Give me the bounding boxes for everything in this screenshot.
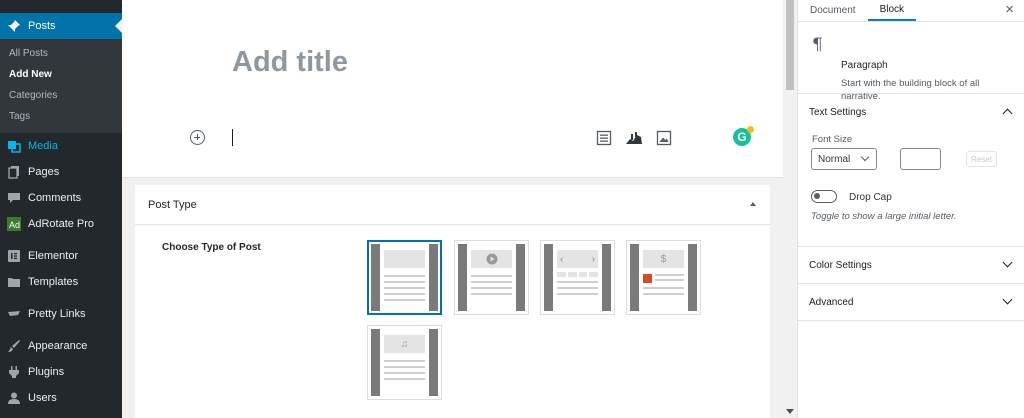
settings-sidebar: Document Block × ¶ Paragraph Start with … — [797, 0, 1024, 418]
text-settings-title: Text Settings — [809, 106, 867, 118]
scroll-down-arrow-icon[interactable] — [786, 409, 794, 414]
tab-document[interactable]: Document — [798, 0, 868, 21]
font-size-select[interactable]: Normal — [811, 148, 877, 170]
chevron-down-icon — [1002, 294, 1013, 305]
metabox-header[interactable]: Post Type — [135, 185, 770, 225]
menu-pretty-links[interactable]: Pretty Links — [0, 301, 122, 327]
menu-appearance[interactable]: Appearance — [0, 333, 122, 359]
post-type-review[interactable]: $ — [626, 240, 701, 315]
menu-posts[interactable]: Posts — [0, 13, 122, 39]
text-settings-header[interactable]: Text Settings — [798, 94, 1024, 130]
post-type-video[interactable] — [454, 240, 529, 315]
menu-media-label: Media — [28, 140, 58, 152]
close-icon[interactable]: × — [1005, 0, 1014, 19]
advanced-title: Advanced — [809, 296, 854, 308]
collapse-arrow-icon[interactable] — [750, 202, 756, 206]
chevron-up-icon — [1002, 108, 1013, 119]
menu-plugins[interactable]: Plugins — [0, 359, 122, 385]
grammarly-icon[interactable]: G — [733, 126, 754, 146]
custom-font-size-input[interactable] — [900, 148, 941, 170]
post-type-gallery[interactable]: ‹ › — [540, 240, 615, 315]
posts-submenu: All Posts Add New Categories Tags — [0, 39, 122, 133]
color-settings-header[interactable]: Color Settings — [798, 247, 1024, 283]
color-settings-title: Color Settings — [809, 259, 872, 271]
color-settings-panel: Color Settings — [798, 247, 1024, 284]
audio-layout-icon: ♫ — [371, 329, 438, 396]
pages-icon — [6, 164, 22, 180]
folder-icon — [6, 274, 22, 290]
text-settings-panel: Text Settings — [798, 94, 1024, 247]
paragraph-icon: ¶ — [812, 35, 823, 55]
choose-type-label: Choose Type of Post — [162, 242, 261, 253]
paintbrush-icon — [6, 338, 22, 354]
menu-users[interactable]: Users — [0, 385, 122, 411]
advanced-header[interactable]: Advanced — [798, 284, 1024, 320]
submenu-tags[interactable]: Tags — [0, 106, 122, 127]
post-type-audio[interactable]: ♫ — [367, 325, 442, 400]
media-icon — [6, 138, 22, 154]
chart-icon[interactable] — [625, 130, 642, 146]
post-title-input[interactable]: Add title — [232, 46, 348, 79]
menu-pages[interactable]: Pages — [0, 159, 122, 185]
menu-elementor-label: Elementor — [28, 250, 79, 262]
post-type-metabox-area: Post Type Choose Type of Post ‹ › $ ♫ — [122, 177, 783, 418]
submenu-all-posts[interactable]: All Posts — [0, 43, 122, 64]
menu-media[interactable]: Media — [0, 133, 122, 159]
pretty-links-icon — [6, 306, 22, 322]
submenu-categories[interactable]: Categories — [0, 85, 122, 106]
users-icon — [6, 390, 22, 406]
svg-text:Ad: Ad — [9, 220, 20, 230]
plug-icon — [6, 364, 22, 380]
editor-canvas: Add title G Post Type Choose Type of Pos… — [122, 0, 783, 418]
table-of-contents-icon[interactable] — [596, 130, 612, 146]
menu-appearance-label: Appearance — [28, 340, 88, 352]
post-type-standard[interactable] — [367, 240, 442, 315]
font-size-label: Font Size — [812, 134, 853, 145]
block-card: ¶ Paragraph Start with the building bloc… — [798, 22, 1024, 102]
drop-cap-help: Toggle to show a large initial letter. — [811, 211, 957, 222]
chevron-down-icon — [1002, 257, 1013, 268]
menu-templates[interactable]: Templates — [0, 269, 122, 295]
review-layout-icon: $ — [630, 244, 697, 311]
settings-tabs: Document Block × — [798, 0, 1024, 22]
block-name: Paragraph — [841, 60, 888, 71]
menu-pretty-links-label: Pretty Links — [28, 308, 86, 320]
menu-elementor[interactable]: Elementor — [0, 243, 122, 269]
metabox-title: Post Type — [148, 198, 197, 211]
editor-scrollbar[interactable] — [783, 0, 797, 418]
gallery-layout-icon: ‹ › — [544, 244, 611, 311]
comments-icon — [6, 190, 22, 206]
standard-layout-icon — [371, 244, 438, 311]
advanced-panel: Advanced — [798, 284, 1024, 321]
block-inserter-icon[interactable] — [190, 130, 205, 145]
menu-templates-label: Templates — [28, 276, 79, 288]
menu-adrotate-label: AdRotate Pro — [28, 218, 95, 230]
block-row: G — [122, 125, 783, 151]
drop-cap-label: Drop Cap — [849, 192, 892, 203]
image-icon[interactable] — [656, 130, 672, 146]
video-layout-icon — [458, 244, 525, 311]
font-size-value: Normal — [818, 153, 851, 165]
drop-cap-toggle[interactable] — [811, 190, 837, 203]
menu-comments[interactable]: Comments — [0, 185, 122, 211]
post-type-metabox: Post Type Choose Type of Post ‹ › $ ♫ — [135, 185, 770, 418]
tab-block[interactable]: Block — [867, 0, 917, 21]
pushpin-icon — [6, 18, 22, 34]
text-caret[interactable] — [232, 129, 233, 146]
admin-menu: Posts All Posts Add New Categories Tags … — [0, 0, 122, 418]
reset-button[interactable]: Reset — [966, 151, 997, 167]
menu-plugins-label: Plugins — [28, 366, 65, 378]
adrotate-icon: Ad — [6, 216, 22, 232]
menu-pages-label: Pages — [28, 166, 60, 178]
scrollbar-thumb[interactable] — [786, 0, 794, 90]
menu-adrotate[interactable]: Ad AdRotate Pro — [0, 211, 122, 237]
elementor-icon — [6, 248, 22, 264]
submenu-add-new[interactable]: Add New — [0, 64, 122, 85]
menu-users-label: Users — [28, 392, 57, 404]
chevron-down-icon — [860, 152, 870, 162]
menu-comments-label: Comments — [28, 192, 82, 204]
menu-posts-label: Posts — [28, 20, 56, 32]
